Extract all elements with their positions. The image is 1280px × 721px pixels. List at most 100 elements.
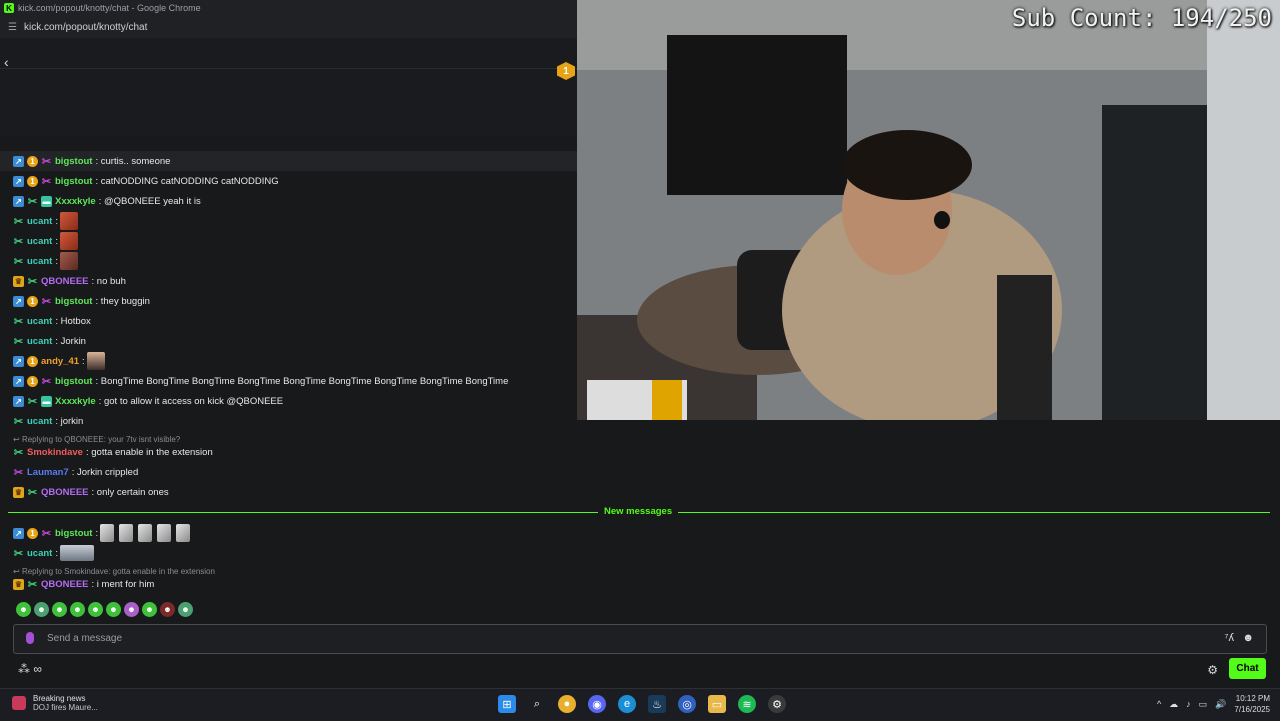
back-chevron-icon[interactable]: ‹ [4,54,9,70]
site-info-icon[interactable]: ☰ [8,22,18,33]
vip-badge-icon: ✂ [13,415,24,428]
username[interactable]: QBONEEE [41,579,89,590]
chat-message[interactable]: ✂ ucant: [13,212,78,230]
chat-message[interactable]: ↗ 1 andy_41: [13,352,105,370]
chat-send-button[interactable]: Chat [1229,658,1266,679]
microphone-icon[interactable]: ♪ [1186,699,1191,709]
username[interactable]: ucant [27,316,52,327]
chat-message[interactable]: ↗ 1 ✂ bigstout: curtis.. someone [13,152,170,170]
message-text: Jorkin [60,335,86,347]
vip-badge-icon: ✂ [27,275,38,288]
message-input[interactable]: Send a message [47,633,122,644]
chat-message[interactable]: ↗ 1 ✂ bigstout: [13,524,191,542]
username[interactable]: ucant [27,256,52,267]
kick-points-icon[interactable]: ⁂ ∞ [18,662,42,676]
og-badge-icon: ✂ [41,375,52,388]
volume-icon[interactable]: 🔊 [1215,699,1226,710]
quick-emote-icon[interactable]: ☻ [34,602,49,617]
discord-icon[interactable]: ◉ [588,695,606,713]
chrome-icon[interactable]: ● [558,695,576,713]
quick-emote-icon[interactable]: ☻ [178,602,193,617]
stream-video[interactable]: Sub Count: 194/250 [577,0,1280,420]
translate-icon[interactable]: ⁷ʎ [1225,632,1234,644]
vip-badge-icon: ✂ [13,547,24,560]
quick-emote-icon[interactable]: ☻ [52,602,67,617]
emote-image [176,524,191,542]
username[interactable]: QBONEEE [41,487,89,498]
og-badge-icon: ✂ [41,295,52,308]
username[interactable]: ucant [27,548,52,559]
quick-emote-icon[interactable]: ☻ [124,602,139,617]
chat-message[interactable]: ✂ ucant: Jorkin [13,332,86,350]
chat-message[interactable]: ✂ Smokindave: gotta enable in the extens… [13,443,213,461]
username[interactable]: Xxxxkyle [55,196,96,207]
chat-message[interactable]: ↗ 1 ✂ bigstout: BongTime BongTime BongTi… [13,372,508,390]
url-text[interactable]: kick.com/popout/knotty/chat [24,22,147,33]
taskbar-apps: ⊞ ⌕ ● ◉ e ♨ ◎ ▭ ≋ ⚙ [498,695,786,713]
chat-message[interactable]: ✂ ucant: [13,544,94,562]
vip-badge-icon: ✂ [13,235,24,248]
chat-message[interactable]: ↗ ✂ ▬ Xxxxkyle: @QBONEEE yeah it is [13,192,201,210]
chevron-up-icon[interactable]: ^ [1157,699,1161,709]
chat-message[interactable]: ✂ ucant: [13,232,78,250]
message-text: curtis.. someone [100,155,171,167]
chat-message[interactable]: ✂ ucant: Hotbox [13,312,91,330]
display-icon[interactable]: ▭ [1199,699,1208,710]
quick-emote-icon[interactable]: ☻ [70,602,85,617]
username[interactable]: bigstout [55,528,92,539]
quick-emote-bar: ☻ ☻ ☻ ☻ ☻ ☻ ☻ ☻ ☻ ☻ [16,602,193,617]
chat-message[interactable]: ↗ 1 ✂ bigstout: catNODDING catNODDING ca… [13,172,279,190]
spotify-icon[interactable]: ≋ [738,695,756,713]
username[interactable]: Xxxxkyle [55,396,96,407]
app-icon[interactable]: ⚙ [768,695,786,713]
broadcaster-crown-icon: ♛ [13,275,24,287]
username[interactable]: ucant [27,216,52,227]
search-icon[interactable]: ⌕ [528,695,546,713]
username[interactable]: Lauman7 [27,467,69,478]
username[interactable]: andy_41 [41,356,79,367]
username[interactable]: QBONEEE [41,276,89,287]
chat-message[interactable]: ✂ ucant: jorkin [13,412,83,430]
edge-icon[interactable]: e [618,695,636,713]
username[interactable]: ucant [27,416,52,427]
emoji-picker-icon[interactable]: ☻ [1242,632,1254,644]
quick-emote-icon[interactable]: ☻ [88,602,103,617]
message-text: no buh [96,275,126,287]
cloud-icon[interactable]: ☁ [1169,699,1178,710]
username[interactable]: Smokindave [27,447,83,458]
message-text: gotta enable in the extension [91,446,213,458]
emote-image [119,524,134,542]
emote-image [100,524,115,542]
username[interactable]: bigstout [55,156,92,167]
username[interactable]: ucant [27,236,52,247]
app-icon[interactable]: ◎ [678,695,696,713]
quick-emote-icon[interactable]: ☻ [16,602,31,617]
address-bar[interactable]: ☰ kick.com/popout/knotty/chat [0,16,577,39]
quick-emote-icon[interactable]: ☻ [106,602,121,617]
username[interactable]: bigstout [55,176,92,187]
chat-message[interactable]: ✂ Lauman7: Jorkin crippled [13,463,138,481]
windows-start-icon[interactable]: ⊞ [498,695,516,713]
new-messages-label[interactable]: New messages [598,506,679,517]
chat-message[interactable]: ↗ ✂ ▬ Xxxxkyle: got to allow it access o… [13,392,283,410]
vip-badge-icon: ✂ [13,315,24,328]
vip-badge-icon: ✂ [27,578,38,591]
chat-message[interactable]: ↗ 1 ✂ bigstout: they buggin [13,292,150,310]
username[interactable]: bigstout [55,296,92,307]
microphone-icon[interactable] [26,632,34,644]
quick-emote-icon[interactable]: ☻ [160,602,175,617]
chat-message[interactable]: ♛ ✂ QBONEEE: no buh [13,272,126,290]
username[interactable]: ucant [27,336,52,347]
message-input-container[interactable]: Send a message ⁷ʎ ☻ [13,624,1267,654]
gear-icon[interactable]: ⚙ [1207,663,1218,677]
quick-emote-icon[interactable]: ☻ [142,602,157,617]
clock[interactable]: 10:12 PM 7/16/2025 [1234,693,1270,715]
news-widget[interactable]: Breaking news DOJ fires Maure... [12,694,98,712]
chat-message[interactable]: ♛ ✂ QBONEEE: only certain ones [13,483,169,501]
chat-message[interactable]: ✂ ucant: [13,252,78,270]
file-explorer-icon[interactable]: ▭ [708,695,726,713]
chat-message[interactable]: ♛ ✂ QBONEEE: i ment for him [13,575,154,593]
steam-icon[interactable]: ♨ [648,695,666,713]
username[interactable]: bigstout [55,376,92,387]
emote-image [59,252,78,270]
